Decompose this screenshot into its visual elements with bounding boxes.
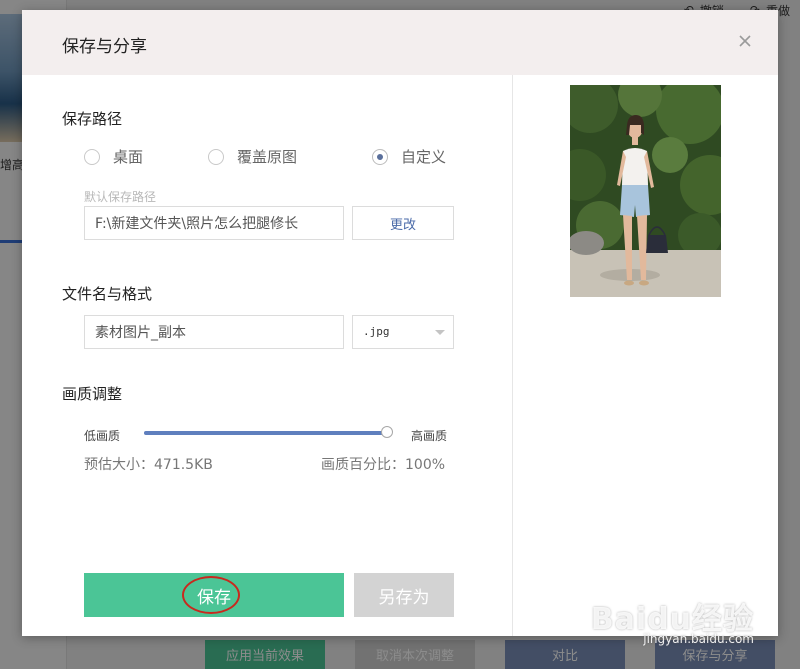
format-select[interactable]: .jpg xyxy=(352,315,454,349)
radio-desktop[interactable]: 桌面 xyxy=(84,146,143,167)
quality-slider[interactable] xyxy=(144,426,393,438)
file-format-title: 文件名与格式 xyxy=(62,285,153,303)
change-path-button[interactable]: 更改 xyxy=(352,206,454,240)
save-button[interactable]: 保存 xyxy=(84,573,344,617)
radio-custom[interactable]: 自定义 xyxy=(372,146,446,167)
quality-percent: 画质百分比：100% xyxy=(321,457,446,473)
radio-overwrite[interactable]: 覆盖原图 xyxy=(208,146,297,167)
default-path-label: 默认保存路径 xyxy=(84,190,157,204)
low-quality-label: 低画质 xyxy=(84,429,121,443)
image-preview xyxy=(570,85,721,297)
save-path-input[interactable] xyxy=(84,206,344,240)
quality-slider-handle[interactable] xyxy=(381,426,393,438)
dialog-title: 保存与分享 xyxy=(62,37,147,57)
baidu-watermark-url: jingyan.baidu.com xyxy=(643,632,754,646)
quality-title: 画质调整 xyxy=(62,385,123,403)
filename-input[interactable] xyxy=(84,315,344,349)
estimated-size: 预估大小：471.5KB xyxy=(84,457,213,473)
radio-dot xyxy=(84,148,100,165)
format-select-value: .jpg xyxy=(363,325,390,338)
save-share-dialog: 保存与分享 保存路径 桌面 覆盖原图 自定义 默认保存路径 更改 文件名与格式 … xyxy=(22,10,778,636)
radio-dot-checked xyxy=(372,148,388,165)
close-button[interactable] xyxy=(736,32,754,50)
save-button-label: 保存 xyxy=(197,587,231,608)
save-path-options: 桌面 覆盖原图 自定义 xyxy=(84,146,454,168)
high-quality-label: 高画质 xyxy=(411,429,448,443)
dialog-header: 保存与分享 xyxy=(22,10,778,75)
quality-slider-fill xyxy=(144,431,387,435)
chevron-down-icon xyxy=(435,330,445,335)
save-path-title: 保存路径 xyxy=(62,110,123,128)
dialog-divider xyxy=(512,75,513,636)
save-as-button[interactable]: 另存为 xyxy=(354,573,454,617)
close-icon xyxy=(739,35,751,47)
preview-photo xyxy=(570,85,721,297)
radio-dot xyxy=(208,148,224,165)
